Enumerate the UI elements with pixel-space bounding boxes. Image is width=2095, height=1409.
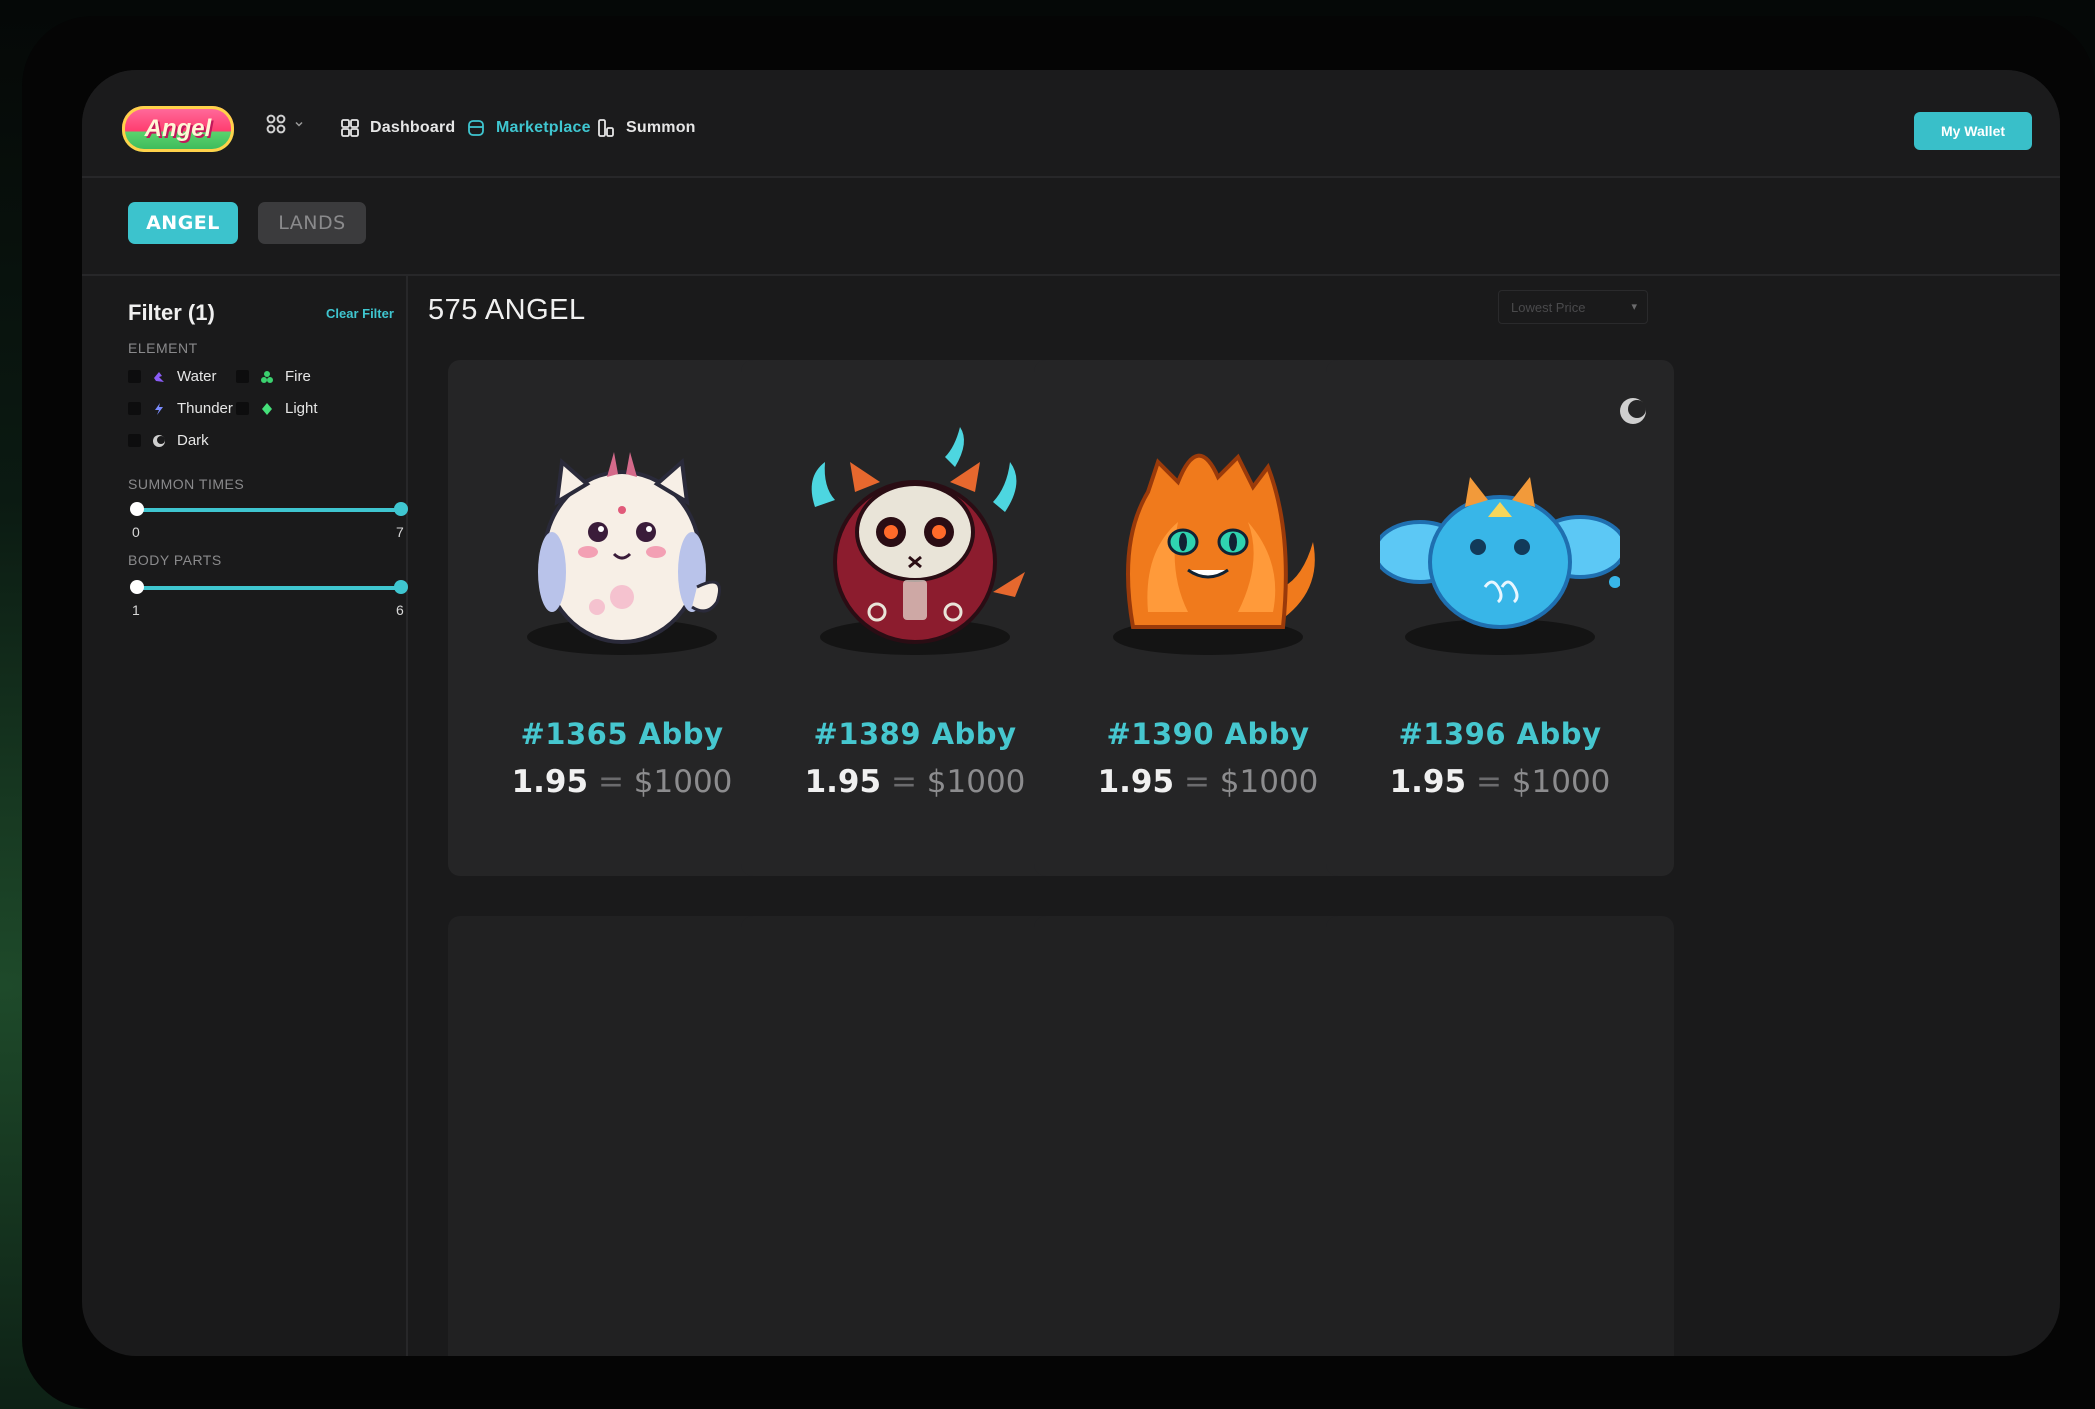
price-usd: $1000 xyxy=(633,764,733,800)
price-usd: $1000 xyxy=(1219,764,1319,800)
summon-icon xyxy=(598,119,614,137)
price-equals: = xyxy=(1475,764,1502,800)
fire-icon xyxy=(261,370,273,383)
nav-marketplace-label: Marketplace xyxy=(496,119,591,136)
price-usd: $1000 xyxy=(926,764,1026,800)
element-option-water[interactable]: Water xyxy=(128,368,216,385)
price-usd: $1000 xyxy=(1511,764,1611,800)
summon-times-slider[interactable] xyxy=(130,502,408,516)
nav-summon[interactable]: Summon xyxy=(596,115,696,141)
dashboard-icon xyxy=(341,119,359,137)
filter-sidebar: Filter (1) Clear Filter ELEMENT Water Fi… xyxy=(82,276,408,1356)
angel-name: #1396 Abby xyxy=(1398,717,1602,751)
slider-max-handle[interactable] xyxy=(394,502,408,516)
price-equals: = xyxy=(890,764,917,800)
checkbox[interactable] xyxy=(128,370,141,383)
fire-angel-art xyxy=(1113,453,1315,655)
price-equals: = xyxy=(597,764,624,800)
element-option-fire[interactable]: Fire xyxy=(236,368,311,385)
chevron-down-icon: ▾ xyxy=(1631,301,1637,313)
my-wallet-button[interactable]: My Wallet xyxy=(1914,112,2032,150)
slider-max-handle[interactable] xyxy=(394,580,408,594)
card-placeholder xyxy=(1326,916,1674,1356)
nav-summon-label: Summon xyxy=(626,119,696,136)
element-option-dark[interactable]: Dark xyxy=(128,432,209,449)
price-eth: 1.95 xyxy=(511,764,589,800)
angel-price: 1.95 = $1000 xyxy=(1326,764,1674,800)
app-logo[interactable]: Angel xyxy=(122,106,234,152)
price-eth: 1.95 xyxy=(804,764,882,800)
nav-dashboard[interactable]: Dashboard xyxy=(340,115,455,141)
red-angel-art xyxy=(811,427,1025,655)
checkbox[interactable] xyxy=(128,434,141,447)
top-navbar: Angel Dashboard Marketplace Summon My Wa… xyxy=(82,70,2060,178)
price-eth: 1.95 xyxy=(1097,764,1175,800)
apps-menu-button[interactable] xyxy=(266,114,304,134)
nav-marketplace[interactable]: Marketplace xyxy=(466,115,591,141)
light-icon xyxy=(262,402,272,415)
body-min-value: 1 xyxy=(132,602,140,618)
price-equals: = xyxy=(1183,764,1210,800)
element-label: Thunder xyxy=(177,400,233,417)
price-eth: 1.95 xyxy=(1389,764,1467,800)
element-label: Water xyxy=(177,368,217,385)
summon-min-value: 0 xyxy=(132,524,140,540)
element-label: Dark xyxy=(177,432,209,449)
app-screen: Angel Dashboard Marketplace Summon My Wa… xyxy=(82,70,2060,1356)
body-parts-slider[interactable] xyxy=(130,580,408,594)
marketplace-icon xyxy=(468,120,484,136)
element-option-light[interactable]: Light xyxy=(236,400,318,417)
clear-filter-link[interactable]: Clear Filter xyxy=(326,306,394,321)
summon-max-value: 7 xyxy=(396,524,404,540)
tab-angel[interactable]: ANGEL xyxy=(128,202,238,244)
sort-dropdown[interactable]: Lowest Price ▾ xyxy=(1498,290,1648,324)
moon-icon xyxy=(1620,398,1646,424)
element-label: Fire xyxy=(285,368,311,385)
summon-times-label: SUMMON TIMES xyxy=(128,476,245,492)
checkbox[interactable] xyxy=(128,402,141,415)
apps-grid-icon xyxy=(266,114,286,134)
chevron-down-icon xyxy=(295,121,303,127)
tab-lands[interactable]: LANDS xyxy=(258,202,366,244)
dark-icon xyxy=(153,434,165,447)
white-angel-art xyxy=(527,452,721,655)
blue-angel-art xyxy=(1380,477,1620,655)
thunder-icon xyxy=(155,402,163,415)
sort-label: Lowest Price xyxy=(1511,299,1586,315)
nav-dashboard-label: Dashboard xyxy=(370,119,456,136)
body-max-value: 6 xyxy=(396,602,404,618)
angel-card[interactable]: #1396 Abby 1.95 = $1000 xyxy=(1326,360,1674,876)
result-count: 575 ANGEL xyxy=(428,294,586,326)
category-tabs: ANGEL LANDS xyxy=(82,178,2060,276)
water-icon xyxy=(154,371,164,382)
body-parts-label: BODY PARTS xyxy=(128,552,222,568)
element-label: Light xyxy=(285,400,318,417)
element-option-thunder[interactable]: Thunder xyxy=(128,400,233,417)
filter-title: Filter (1) xyxy=(128,300,215,325)
checkbox[interactable] xyxy=(236,402,249,415)
logo-text: Angel xyxy=(144,115,212,142)
slider-min-handle[interactable] xyxy=(130,502,144,516)
slider-min-handle[interactable] xyxy=(130,580,144,594)
element-section-label: ELEMENT xyxy=(128,340,198,356)
checkbox[interactable] xyxy=(236,370,249,383)
